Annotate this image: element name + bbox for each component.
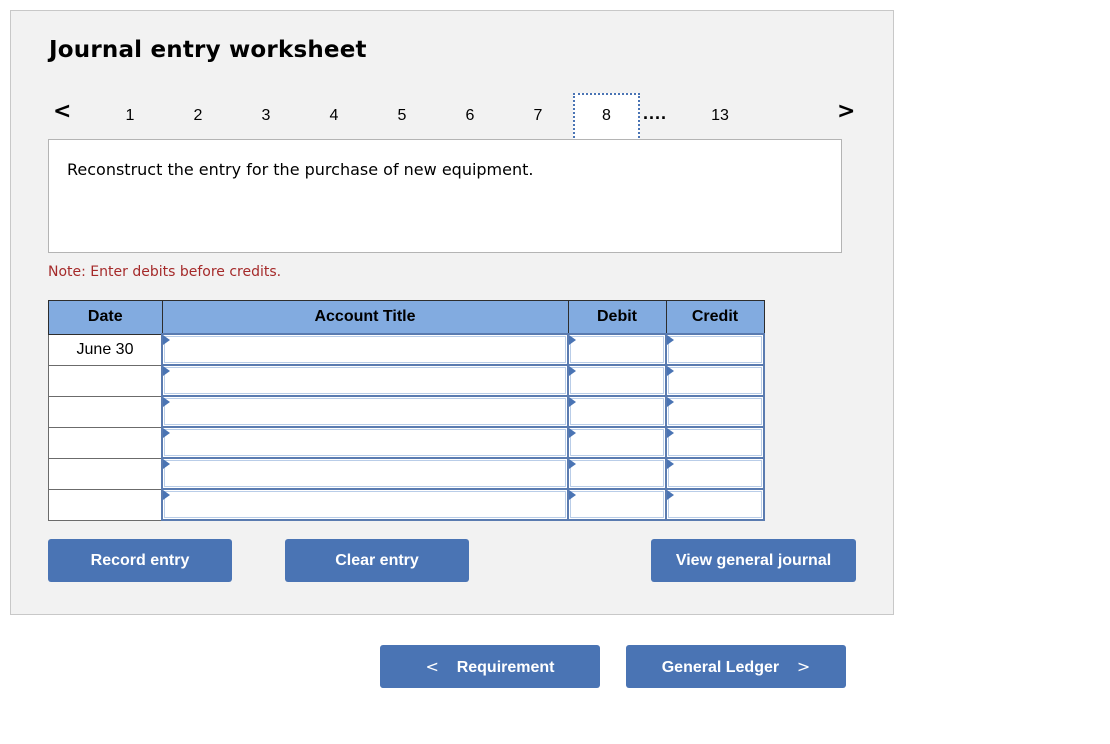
- date-cell: June 30: [48, 333, 163, 366]
- record-entry-button[interactable]: Record entry: [48, 539, 232, 582]
- debit-input[interactable]: [567, 457, 667, 490]
- account-title-input[interactable]: [161, 395, 569, 428]
- date-cell: [48, 488, 163, 521]
- clear-entry-button[interactable]: Clear entry: [285, 539, 469, 582]
- description-text: Reconstruct the entry for the purchase o…: [67, 160, 534, 179]
- entry-pagination: < 1 2 3 4 5 6 7 8 .... 13 >: [49, 93, 857, 149]
- page-3[interactable]: 3: [251, 107, 281, 125]
- table-row: [48, 426, 765, 459]
- header-credit: Credit: [665, 300, 765, 335]
- page-6[interactable]: 6: [455, 107, 485, 125]
- page-13[interactable]: 13: [705, 107, 735, 125]
- general-ledger-button[interactable]: General Ledger >: [626, 645, 846, 688]
- header-debit: Debit: [567, 300, 667, 335]
- date-cell: [48, 364, 163, 397]
- credit-input[interactable]: [665, 457, 765, 490]
- worksheet-panel: Journal entry worksheet < 1 2 3 4 5 6 7 …: [10, 10, 894, 615]
- worksheet-title: Journal entry worksheet: [49, 37, 367, 63]
- debit-input[interactable]: [567, 488, 667, 521]
- description-box: Reconstruct the entry for the purchase o…: [48, 139, 842, 253]
- table-header-row: Date Account Title Debit Credit: [48, 300, 765, 335]
- table-row: [48, 364, 765, 397]
- account-title-input[interactable]: [161, 488, 569, 521]
- credit-input[interactable]: [665, 333, 765, 366]
- chevron-left-icon[interactable]: <: [53, 99, 71, 124]
- table-row: [48, 395, 765, 428]
- requirement-label: Requirement: [456, 659, 555, 676]
- current-page-label: 8: [602, 107, 611, 124]
- general-ledger-label: General Ledger: [661, 659, 780, 676]
- table-row: [48, 488, 765, 521]
- debit-input[interactable]: [567, 395, 667, 428]
- page-2[interactable]: 2: [183, 107, 213, 125]
- page-4[interactable]: 4: [319, 107, 349, 125]
- account-title-input[interactable]: [161, 333, 569, 366]
- view-general-journal-button[interactable]: View general journal: [651, 539, 856, 582]
- account-title-input[interactable]: [161, 364, 569, 397]
- credit-input[interactable]: [665, 426, 765, 459]
- page-1[interactable]: 1: [115, 107, 145, 125]
- credit-input[interactable]: [665, 395, 765, 428]
- date-cell: [48, 395, 163, 428]
- credit-input[interactable]: [665, 488, 765, 521]
- debit-input[interactable]: [567, 333, 667, 366]
- chevron-left-icon: <: [425, 657, 439, 676]
- requirement-button[interactable]: < Requirement: [380, 645, 600, 688]
- table-row: [48, 457, 765, 490]
- page-7[interactable]: 7: [523, 107, 553, 125]
- date-cell: [48, 426, 163, 459]
- chevron-right-icon: >: [796, 657, 811, 676]
- note-text: Note: Enter debits before credits.: [48, 264, 282, 280]
- debit-input[interactable]: [567, 364, 667, 397]
- debit-input[interactable]: [567, 426, 667, 459]
- date-cell: [48, 457, 163, 490]
- header-account-title: Account Title: [161, 300, 569, 335]
- table-row: June 30: [48, 333, 765, 366]
- credit-input[interactable]: [665, 364, 765, 397]
- account-title-input[interactable]: [161, 426, 569, 459]
- journal-table: Date Account Title Debit Credit June 30: [48, 300, 765, 521]
- chevron-right-icon[interactable]: >: [837, 99, 855, 124]
- page-5[interactable]: 5: [387, 107, 417, 125]
- pagination-ellipsis: ....: [643, 103, 668, 123]
- header-date: Date: [48, 300, 163, 335]
- account-title-input[interactable]: [161, 457, 569, 490]
